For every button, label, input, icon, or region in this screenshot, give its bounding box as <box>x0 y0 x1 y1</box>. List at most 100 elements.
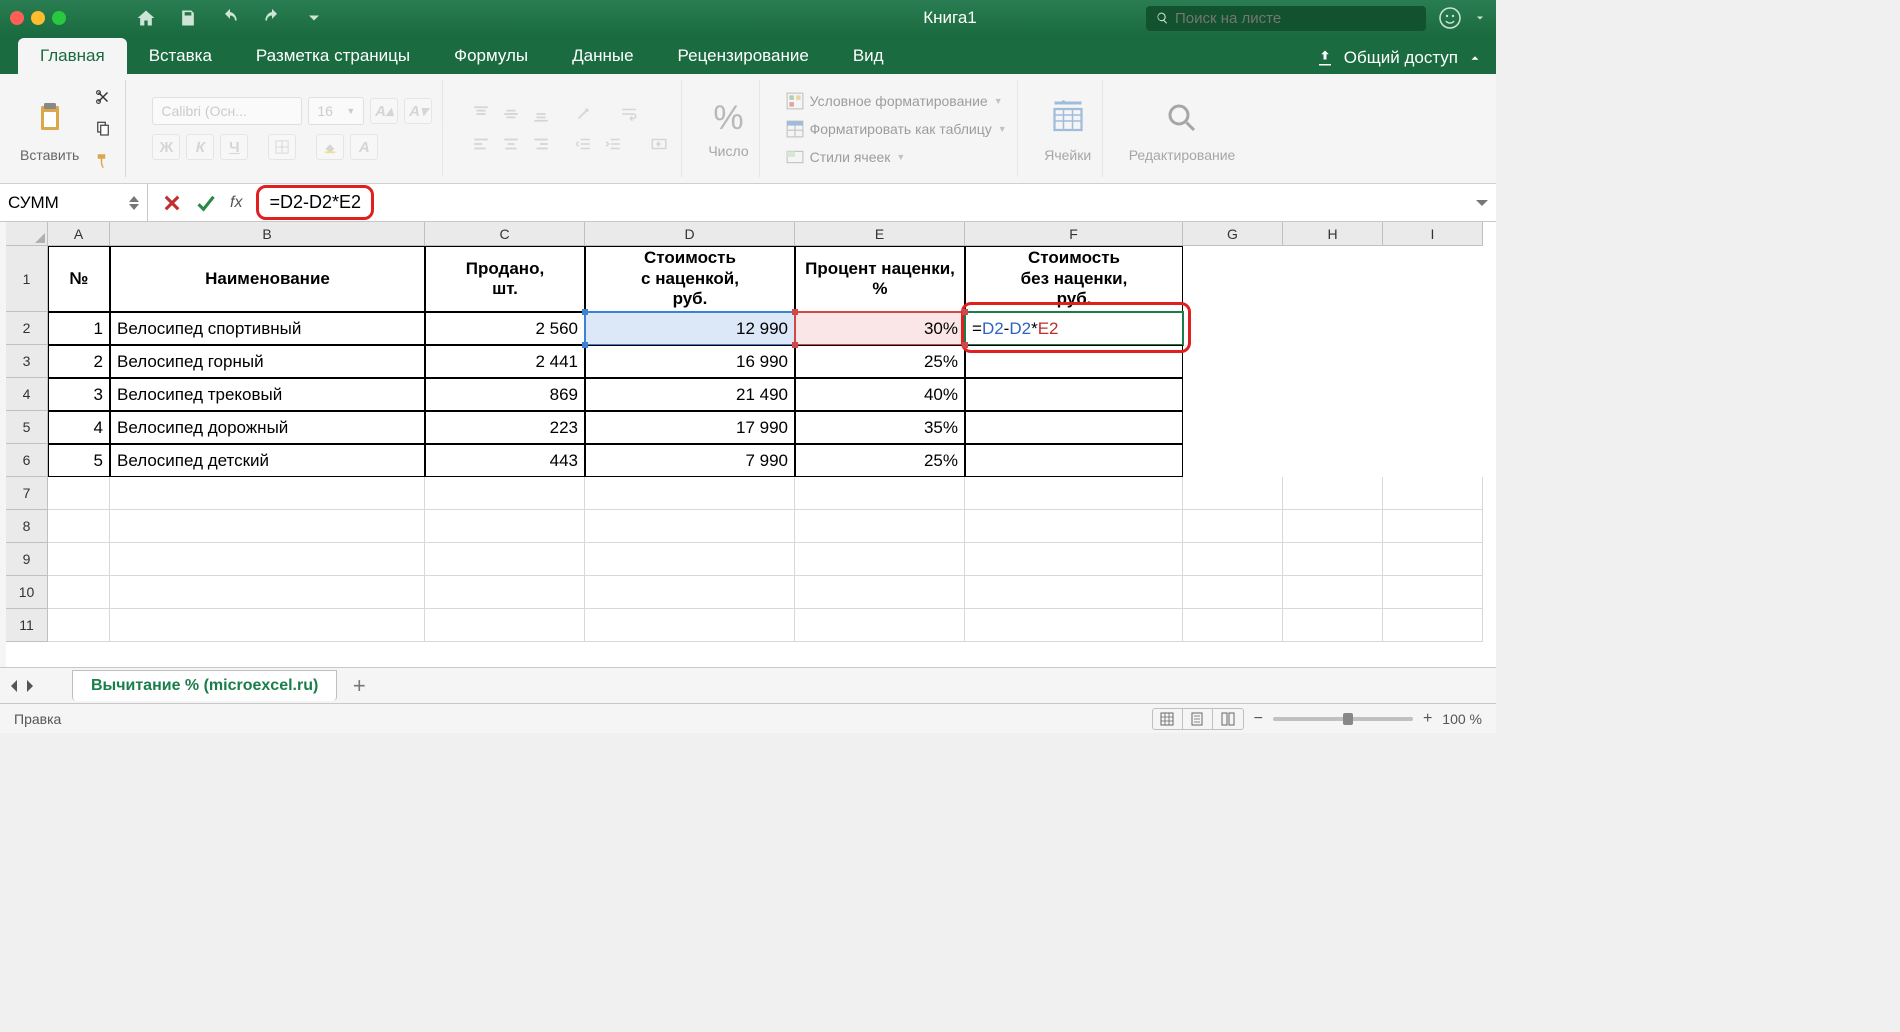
cell-H8[interactable] <box>1283 510 1383 543</box>
cell-H11[interactable] <box>1283 609 1383 642</box>
ribbon-tab-2[interactable]: Разметка страницы <box>234 38 432 74</box>
cell-C3[interactable]: 2 441 <box>425 345 585 378</box>
cell-E10[interactable] <box>795 576 965 609</box>
cell-D9[interactable] <box>585 543 795 576</box>
cell-D10[interactable] <box>585 576 795 609</box>
row-header-7[interactable]: 7 <box>6 477 48 510</box>
cell-G8[interactable] <box>1183 510 1283 543</box>
cell-F8[interactable] <box>965 510 1183 543</box>
cell-B9[interactable] <box>110 543 425 576</box>
column-header-A[interactable]: A <box>48 222 110 246</box>
cell-I11[interactable] <box>1383 609 1483 642</box>
align-bottom-button[interactable] <box>529 102 553 126</box>
ribbon-tab-0[interactable]: Главная <box>18 38 127 74</box>
cell-C4[interactable]: 869 <box>425 378 585 411</box>
cell-D5[interactable]: 17 990 <box>585 411 795 444</box>
orientation-button[interactable] <box>571 102 595 126</box>
cell-C8[interactable] <box>425 510 585 543</box>
undo-icon[interactable] <box>220 8 240 28</box>
close-window-button[interactable] <box>10 11 24 25</box>
cell-A2[interactable]: 1 <box>48 312 110 345</box>
cell-E7[interactable] <box>795 477 965 510</box>
confirm-formula-icon[interactable] <box>196 193 216 213</box>
cell-B11[interactable] <box>110 609 425 642</box>
fill-color-button[interactable] <box>316 134 344 160</box>
cell-A10[interactable] <box>48 576 110 609</box>
format-as-table-button[interactable]: Форматировать как таблицу▼ <box>786 118 1007 140</box>
search-box[interactable] <box>1146 6 1426 31</box>
cell-F4[interactable] <box>965 378 1183 411</box>
cell-C5[interactable]: 223 <box>425 411 585 444</box>
ribbon-tab-6[interactable]: Вид <box>831 38 906 74</box>
align-right-button[interactable] <box>529 132 553 156</box>
increase-indent-button[interactable] <box>601 132 625 156</box>
row-header-11[interactable]: 11 <box>6 609 48 642</box>
font-name-select[interactable]: Calibri (Осн... <box>152 97 302 125</box>
row-header-10[interactable]: 10 <box>6 576 48 609</box>
borders-button[interactable] <box>268 134 296 160</box>
cell-E6[interactable]: 25% <box>795 444 965 477</box>
font-size-select[interactable]: 16▼ <box>308 97 364 125</box>
column-header-F[interactable]: F <box>965 222 1183 246</box>
cell-I7[interactable] <box>1383 477 1483 510</box>
cell-B6[interactable]: Велосипед детский <box>110 444 425 477</box>
cell-C2[interactable]: 2 560 <box>425 312 585 345</box>
column-header-D[interactable]: D <box>585 222 795 246</box>
cell-D3[interactable]: 16 990 <box>585 345 795 378</box>
cell-A9[interactable] <box>48 543 110 576</box>
home-icon[interactable] <box>136 8 156 28</box>
maximize-window-button[interactable] <box>52 11 66 25</box>
cell-B4[interactable]: Велосипед трековый <box>110 378 425 411</box>
cell-C6[interactable]: 443 <box>425 444 585 477</box>
merge-button[interactable] <box>647 132 671 156</box>
decrease-font-button[interactable]: A▾ <box>404 98 432 124</box>
cell-A11[interactable] <box>48 609 110 642</box>
ribbon-tab-1[interactable]: Вставка <box>127 38 234 74</box>
redo-icon[interactable] <box>262 8 282 28</box>
row-header-2[interactable]: 2 <box>6 312 48 345</box>
name-box[interactable]: СУММ <box>0 184 148 221</box>
cell-D6[interactable]: 7 990 <box>585 444 795 477</box>
cell-E3[interactable]: 25% <box>795 345 965 378</box>
page-layout-view-button[interactable] <box>1183 709 1213 729</box>
cell-G9[interactable] <box>1183 543 1283 576</box>
cell-F5[interactable] <box>965 411 1183 444</box>
cell-C1[interactable]: Продано,шт. <box>425 246 585 312</box>
cell-B10[interactable] <box>110 576 425 609</box>
cell-F7[interactable] <box>965 477 1183 510</box>
add-sheet-button[interactable]: + <box>345 672 373 700</box>
cell-styles-button[interactable]: Стили ячеек▼ <box>786 146 1007 168</box>
cell-C10[interactable] <box>425 576 585 609</box>
column-header-I[interactable]: I <box>1383 222 1483 246</box>
cell-C9[interactable] <box>425 543 585 576</box>
sheet-tab[interactable]: Вычитание % (microexcel.ru) <box>72 670 337 701</box>
cell-A1[interactable]: № <box>48 246 110 312</box>
column-header-E[interactable]: E <box>795 222 965 246</box>
cell-A8[interactable] <box>48 510 110 543</box>
row-header-8[interactable]: 8 <box>6 510 48 543</box>
paste-button[interactable] <box>26 94 74 142</box>
cell-G10[interactable] <box>1183 576 1283 609</box>
decrease-indent-button[interactable] <box>571 132 595 156</box>
wrap-text-button[interactable] <box>617 102 641 126</box>
cell-B1[interactable]: Наименование <box>110 246 425 312</box>
share-label[interactable]: Общий доступ <box>1344 48 1458 68</box>
minimize-window-button[interactable] <box>31 11 45 25</box>
cell-E1[interactable]: Процент наценки,% <box>795 246 965 312</box>
cell-D7[interactable] <box>585 477 795 510</box>
zoom-out-button[interactable]: − <box>1254 710 1263 728</box>
customize-qat-icon[interactable] <box>304 8 324 28</box>
conditional-formatting-button[interactable]: Условное форматирование▼ <box>786 90 1007 112</box>
expand-formula-bar-icon[interactable] <box>1476 194 1496 212</box>
cell-E11[interactable] <box>795 609 965 642</box>
cell-E4[interactable]: 40% <box>795 378 965 411</box>
cell-B7[interactable] <box>110 477 425 510</box>
ribbon-tab-3[interactable]: Формулы <box>432 38 550 74</box>
cell-I9[interactable] <box>1383 543 1483 576</box>
cell-H7[interactable] <box>1283 477 1383 510</box>
name-box-dropdown[interactable] <box>129 195 139 211</box>
chevron-down-icon[interactable] <box>1474 8 1486 28</box>
row-header-1[interactable]: 1 <box>6 246 48 312</box>
cell-F9[interactable] <box>965 543 1183 576</box>
cell-E2[interactable]: 30% <box>795 312 965 345</box>
